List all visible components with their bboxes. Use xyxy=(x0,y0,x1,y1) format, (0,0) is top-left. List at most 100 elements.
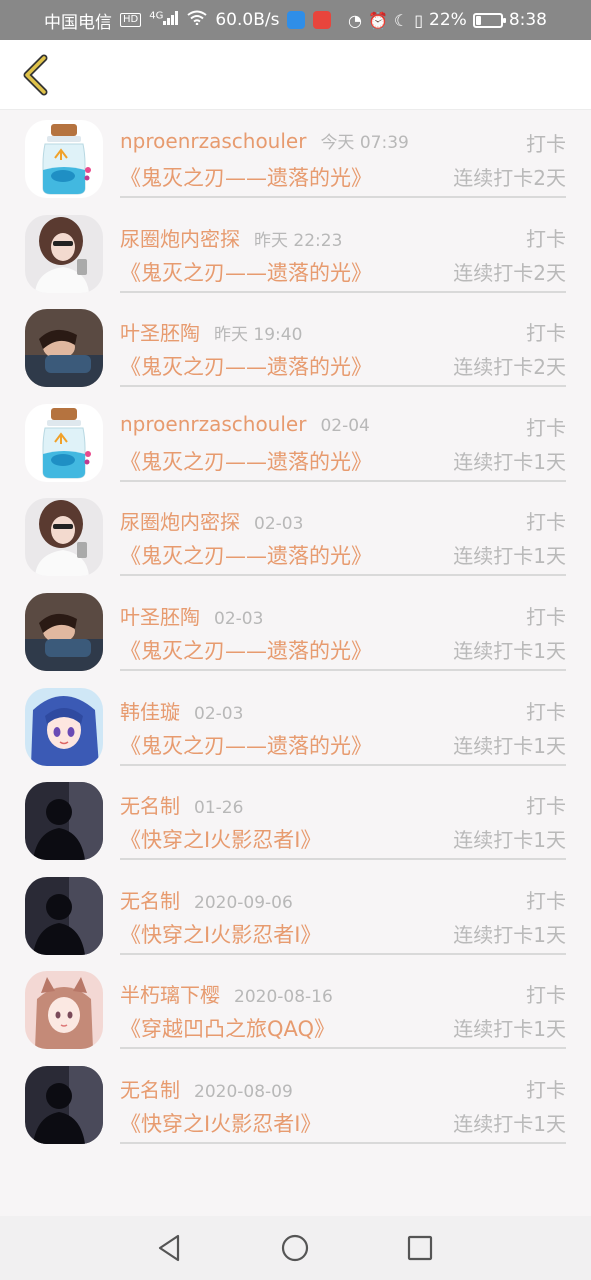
record-body: nproenrzaschouler 02-04 打卡 《鬼灭之刃——遗落的光》 连… xyxy=(120,398,566,482)
book-title[interactable]: 《鬼灭之刃——遗落的光》 xyxy=(120,446,372,476)
user-name[interactable]: 无名制 xyxy=(120,1078,180,1102)
book-title[interactable]: 《鬼灭之刃——遗落的光》 xyxy=(120,730,372,760)
system-nav-bar xyxy=(0,1216,591,1280)
moon-icon: ☾ xyxy=(393,10,409,30)
streak-label: 连续打卡1天 xyxy=(453,828,566,853)
anime-avatar[interactable] xyxy=(25,687,103,766)
streak-label: 连续打卡2天 xyxy=(453,260,566,285)
book-title[interactable]: 《快穿之I火影忍者I》 xyxy=(120,919,321,949)
record-time: 昨天 19:40 xyxy=(214,325,303,346)
record-body: 尿圈炮内密探 昨天 22:23 打卡 《鬼灭之刃——遗落的光》 连续打卡2天 xyxy=(120,209,566,293)
checkin-record-row[interactable]: 尿圈炮内密探 昨天 22:23 打卡 《鬼灭之刃——遗落的光》 连续打卡2天 xyxy=(0,209,591,304)
book-title[interactable]: 《鬼灭之刃——遗落的光》 xyxy=(120,540,372,570)
record-body: nproenrzaschouler 今天 07:39 打卡 《鬼灭之刃——遗落的光… xyxy=(120,114,566,198)
user-name[interactable]: 尿圈炮内密探 xyxy=(120,510,240,534)
checkin-record-row[interactable]: nproenrzaschouler 今天 07:39 打卡 《鬼灭之刃——遗落的光… xyxy=(0,114,591,209)
user-name[interactable]: 无名制 xyxy=(120,794,180,818)
book-title[interactable]: 《鬼灭之刃——遗落的光》 xyxy=(120,635,372,665)
book-title[interactable]: 《鬼灭之刃——遗落的光》 xyxy=(120,257,372,287)
streak-label: 连续打卡2天 xyxy=(453,355,566,380)
status-left: 中国电信 HD 4G 60.0B/s xyxy=(44,8,332,33)
book-title[interactable]: 《穿越凹凸之旅QAQ》 xyxy=(120,1013,335,1043)
checkin-record-row[interactable]: 无名制 2020-09-06 打卡 《快穿之I火影忍者I》 连续打卡1天 xyxy=(0,871,591,966)
book-title[interactable]: 《鬼灭之刃——遗落的光》 xyxy=(120,162,372,192)
record-time: 02-03 xyxy=(214,608,264,629)
streak-label: 连续打卡1天 xyxy=(453,638,566,663)
user-name[interactable]: nproenrzaschouler xyxy=(120,412,306,436)
jar-avatar[interactable] xyxy=(25,120,103,198)
streak-label: 连续打卡1天 xyxy=(453,1111,566,1136)
vibrate-icon: ▯ xyxy=(414,10,424,30)
silhouette-avatar[interactable] xyxy=(25,782,103,861)
data-saver-icon: ◔ xyxy=(347,10,362,30)
checkin-record-row[interactable]: 叶圣胚陶 02-03 打卡 《鬼灭之刃——遗落的光》 连续打卡1天 xyxy=(0,587,591,682)
sleeping-avatar[interactable] xyxy=(25,309,103,388)
checkin-record-row[interactable]: 无名制 01-26 打卡 《快穿之I火影忍者I》 连续打卡1天 xyxy=(0,776,591,871)
back-arrow-icon xyxy=(23,54,48,96)
checkin-record-row[interactable]: 尿圈炮内密探 02-03 打卡 《鬼灭之刃——遗落的光》 连续打卡1天 xyxy=(0,492,591,587)
checkin-action-label: 打卡 xyxy=(526,321,566,346)
checkin-action-label: 打卡 xyxy=(526,983,566,1008)
app-notification-icon xyxy=(287,11,306,29)
record-time: 02-03 xyxy=(254,514,304,535)
network-type-label: 4G xyxy=(149,10,164,22)
jar-avatar[interactable] xyxy=(25,403,103,482)
checkin-action-label: 打卡 xyxy=(526,1077,566,1102)
sleeping-avatar[interactable] xyxy=(25,592,103,671)
back-button[interactable] xyxy=(10,50,60,100)
book-title[interactable]: 《鬼灭之刃——遗落的光》 xyxy=(120,351,372,381)
nav-back-button[interactable] xyxy=(151,1230,187,1266)
checkin-record-row[interactable]: 韩佳璇 02-03 打卡 《鬼灭之刃——遗落的光》 连续打卡1天 xyxy=(0,682,591,777)
silhouette-avatar[interactable] xyxy=(25,876,103,955)
checkin-record-row[interactable]: 半朽璃下樱 2020-08-16 打卡 《穿越凹凸之旅QAQ》 连续打卡1天 xyxy=(0,965,591,1060)
checkin-record-row[interactable]: 无名制 2020-08-09 打卡 《快穿之I火影忍者I》 连续打卡1天 xyxy=(0,1060,591,1155)
checkin-action-label: 打卡 xyxy=(526,699,566,724)
record-body: 无名制 01-26 打卡 《快穿之I火影忍者I》 连续打卡1天 xyxy=(120,776,566,861)
status-bar: 中国电信 HD 4G 60.0B/s ◔ ⏰ ☾ ▯ 22% 8:38 xyxy=(0,0,591,40)
user-name[interactable]: 叶圣胚陶 xyxy=(120,605,200,629)
checkin-action-label: 打卡 xyxy=(526,510,566,535)
record-time: 2020-08-09 xyxy=(194,1081,293,1102)
book-title[interactable]: 《快穿之I火影忍者I》 xyxy=(120,1108,321,1138)
nav-home-button[interactable] xyxy=(277,1230,313,1266)
girl-avatar[interactable] xyxy=(25,214,103,293)
checkin-record-row[interactable]: 叶圣胚陶 昨天 19:40 打卡 《鬼灭之刃——遗落的光》 连续打卡2天 xyxy=(0,303,591,398)
record-body: 无名制 2020-09-06 打卡 《快穿之I火影忍者I》 连续打卡1天 xyxy=(120,871,566,955)
checkin-action-label: 打卡 xyxy=(526,604,566,629)
record-body: 叶圣胚陶 昨天 19:40 打卡 《鬼灭之刃——遗落的光》 连续打卡2天 xyxy=(120,303,566,388)
checkin-action-label: 打卡 xyxy=(526,794,566,819)
status-right: ◔ ⏰ ☾ ▯ 22% 8:38 xyxy=(348,10,547,30)
record-time: 2020-09-06 xyxy=(194,892,293,913)
record-time: 01-26 xyxy=(194,798,244,819)
user-name[interactable]: 尿圈炮内密探 xyxy=(120,227,240,251)
record-time: 02-03 xyxy=(194,703,244,724)
user-name[interactable]: 无名制 xyxy=(120,889,180,913)
carrier-label: 中国电信 xyxy=(44,12,112,33)
book-title[interactable]: 《快穿之I火影忍者I》 xyxy=(120,824,321,854)
battery-percent: 22% xyxy=(429,10,467,30)
streak-label: 连续打卡1天 xyxy=(453,922,566,947)
user-name[interactable]: 半朽璃下樱 xyxy=(120,983,220,1007)
streak-label: 连续打卡1天 xyxy=(453,449,566,474)
square-recents-icon xyxy=(407,1235,433,1261)
user-name[interactable]: 叶圣胚陶 xyxy=(120,321,200,345)
checkin-action-label: 打卡 xyxy=(526,888,566,913)
girl-avatar[interactable] xyxy=(25,498,103,577)
network-speed: 60.0B/s xyxy=(215,10,280,30)
user-name[interactable]: nproenrzaschouler xyxy=(120,129,306,153)
hd-badge: HD xyxy=(120,13,142,27)
checkin-record-row[interactable]: nproenrzaschouler 02-04 打卡 《鬼灭之刃——遗落的光》 连… xyxy=(0,398,591,493)
wifi-icon xyxy=(187,10,207,30)
record-time: 今天 07:39 xyxy=(320,133,409,153)
user-name[interactable]: 韩佳璇 xyxy=(120,700,180,724)
circle-home-icon xyxy=(281,1234,309,1262)
nav-recents-button[interactable] xyxy=(402,1230,438,1266)
record-time: 2020-08-16 xyxy=(234,987,333,1008)
signal-icon: 4G xyxy=(149,10,179,30)
silhouette-avatar[interactable] xyxy=(25,1065,103,1144)
record-body: 叶圣胚陶 02-03 打卡 《鬼灭之刃——遗落的光》 连续打卡1天 xyxy=(120,587,566,671)
streak-label: 连续打卡1天 xyxy=(453,544,566,569)
fox-girl-avatar[interactable] xyxy=(25,971,103,1050)
streak-label: 连续打卡1天 xyxy=(453,733,566,758)
clock: 8:38 xyxy=(508,10,547,30)
